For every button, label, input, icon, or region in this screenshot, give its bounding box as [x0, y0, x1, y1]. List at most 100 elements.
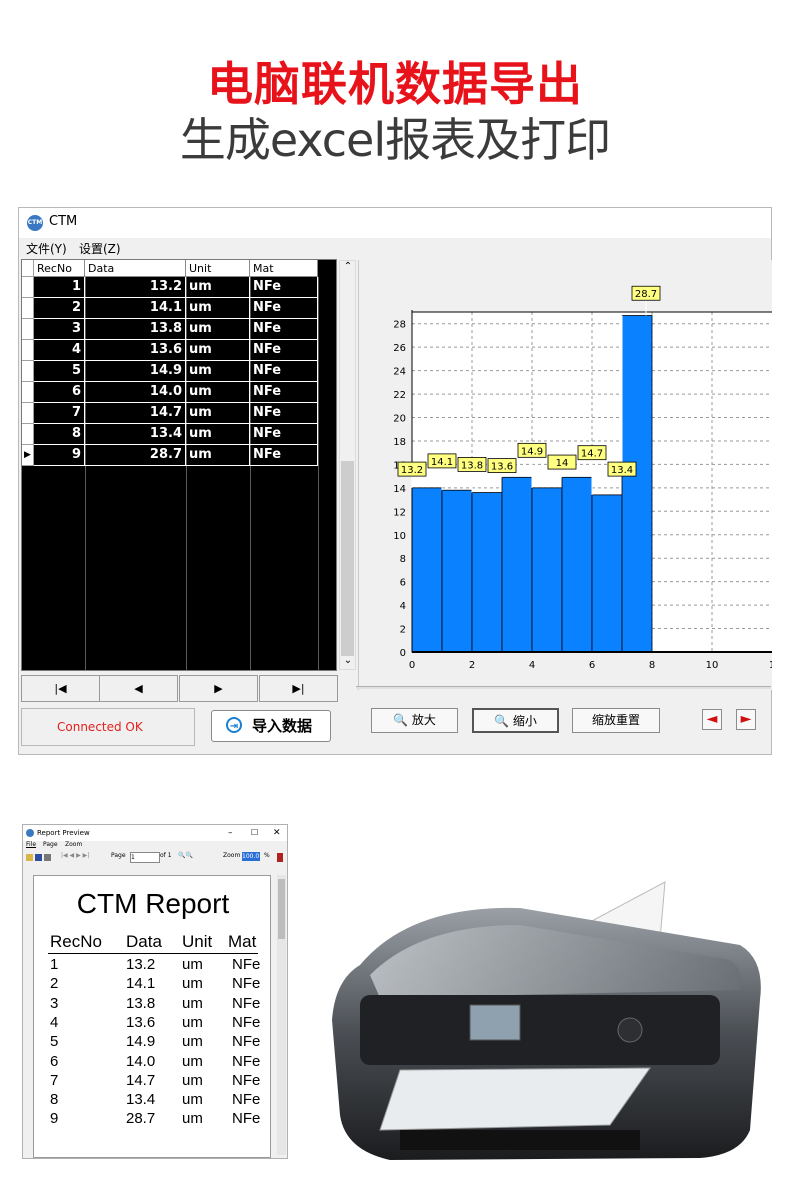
cell-data[interactable]: 14.0 [85, 382, 186, 403]
cell-unit[interactable]: um [186, 277, 250, 298]
cell-mat[interactable]: NFe [250, 424, 318, 445]
maximize-icon[interactable]: ☐ [251, 825, 258, 841]
zoom-label: Zoom [223, 852, 241, 859]
first-page-icon[interactable]: |◀ ◀ ▶ ▶| [61, 852, 89, 859]
cell-mat[interactable]: NFe [250, 319, 318, 340]
cell-data[interactable]: 28.7 [85, 445, 186, 466]
menu-settings[interactable]: 设置(Z) [79, 240, 121, 257]
cell-unit[interactable]: um [186, 319, 250, 340]
cell-data[interactable]: 13.4 [85, 424, 186, 445]
cell-mat[interactable]: NFe [250, 403, 318, 424]
next-record-button[interactable]: ▶ [179, 675, 258, 702]
app-icon: CTM [27, 215, 43, 231]
cell-mat[interactable]: NFe [250, 298, 318, 319]
cell-recno[interactable]: 6 [34, 382, 85, 403]
row-indicator[interactable] [22, 361, 34, 382]
row-indicator[interactable] [22, 403, 34, 424]
zoom-reset-button[interactable]: 缩放重置 [572, 708, 660, 733]
cell-recno[interactable]: 9 [34, 445, 85, 466]
cell-data[interactable]: 14.1 [85, 298, 186, 319]
data-label: 14 [556, 458, 569, 469]
report-cell-mat: NFe [232, 994, 261, 1012]
table-row[interactable]: 2 14.1 um NFe [22, 298, 318, 319]
cell-mat[interactable]: NFe [250, 277, 318, 298]
cell-recno[interactable]: 7 [34, 403, 85, 424]
y-tick-label: 28 [393, 320, 406, 331]
row-indicator[interactable] [22, 382, 34, 403]
import-data-button[interactable]: ⇥ 导入数据 [211, 710, 331, 742]
report-scroll-thumb[interactable] [278, 879, 285, 939]
cell-mat[interactable]: NFe [250, 361, 318, 382]
menu-file[interactable]: File [26, 841, 36, 848]
row-indicator[interactable] [22, 340, 34, 361]
table-row[interactable]: 5 14.9 um NFe [22, 361, 318, 382]
table-row[interactable]: 8 13.4 um NFe [22, 424, 318, 445]
cell-recno[interactable]: 1 [34, 277, 85, 298]
menu-zoom[interactable]: Zoom [65, 841, 82, 848]
cell-recno[interactable]: 4 [34, 340, 85, 361]
cell-data[interactable]: 13.2 [85, 277, 186, 298]
table-row[interactable]: 1 13.2 um NFe [22, 277, 318, 298]
report-col-unit: Unit [182, 932, 213, 951]
ctm-window: CTM CTM 文件(Y) 设置(Z) RecNo Data Unit Mat … [18, 207, 772, 755]
cell-mat[interactable]: NFe [250, 382, 318, 403]
close-icon[interactable]: ✕ [273, 825, 281, 841]
row-indicator[interactable] [22, 298, 34, 319]
cell-unit[interactable]: um [186, 361, 250, 382]
zoom-in-button[interactable]: 🔍 放大 [371, 708, 458, 733]
cell-data[interactable]: 13.6 [85, 340, 186, 361]
zoom-input[interactable]: 100.0 [242, 852, 260, 861]
page-input[interactable]: 1 [130, 852, 160, 863]
data-grid[interactable]: RecNo Data Unit Mat 1 13.2 um NFe 2 14.1 um NFe… [21, 259, 337, 671]
prev-arrow-icon[interactable]: ◄ [702, 709, 722, 730]
prev-record-button[interactable]: ◀ [99, 675, 178, 702]
cell-recno[interactable]: 3 [34, 319, 85, 340]
minimize-icon[interactable]: – [228, 825, 233, 841]
table-row[interactable]: 6 14.0 um NFe [22, 382, 318, 403]
table-row[interactable]: 7 14.7 um NFe [22, 403, 318, 424]
scroll-up-icon[interactable]: ⌃ [342, 261, 354, 275]
cell-unit[interactable]: um [186, 403, 250, 424]
table-row[interactable]: 4 13.6 um NFe [22, 340, 318, 361]
scroll-down-icon[interactable]: ⌄ [342, 655, 354, 669]
cell-recno[interactable]: 5 [34, 361, 85, 382]
cell-data[interactable]: 13.8 [85, 319, 186, 340]
grid-scrollbar[interactable]: ⌃ ⌄ [339, 260, 356, 670]
cell-unit[interactable]: um [186, 340, 250, 361]
open-icon[interactable] [26, 854, 33, 861]
menu-file[interactable]: 文件(Y) [26, 240, 67, 257]
import-data-label: 导入数据 [252, 717, 313, 735]
cell-data[interactable]: 14.9 [85, 361, 186, 382]
print-icon[interactable] [44, 854, 51, 861]
row-indicator[interactable] [22, 277, 34, 298]
next-arrow-icon[interactable]: ► [736, 709, 756, 730]
menu-page[interactable]: Page [43, 841, 58, 848]
first-record-button[interactable]: |◀ [21, 675, 100, 702]
cell-unit[interactable]: um [186, 445, 250, 466]
col-header-mat[interactable]: Mat [250, 260, 318, 277]
row-indicator[interactable] [22, 424, 34, 445]
cell-data[interactable]: 14.7 [85, 403, 186, 424]
table-row[interactable]: ▶ 9 28.7 um NFe [22, 445, 318, 466]
cell-mat[interactable]: NFe [250, 445, 318, 466]
cell-recno[interactable]: 2 [34, 298, 85, 319]
exit-icon[interactable] [277, 853, 283, 862]
table-row[interactable]: 3 13.8 um NFe [22, 319, 318, 340]
col-header-unit[interactable]: Unit [186, 260, 250, 277]
cell-unit[interactable]: um [186, 382, 250, 403]
save-icon[interactable] [35, 854, 42, 861]
col-header-data[interactable]: Data [85, 260, 186, 277]
cell-recno[interactable]: 8 [34, 424, 85, 445]
row-indicator[interactable] [22, 319, 34, 340]
report-cell-unit: um [182, 975, 203, 993]
report-scrollbar[interactable] [277, 875, 286, 1155]
zoom-out-button[interactable]: 🔍 缩小 [472, 708, 559, 733]
zoom-tools-icon[interactable]: 🔍🔍 [178, 852, 193, 859]
last-record-button[interactable]: ▶| [259, 675, 338, 702]
cell-mat[interactable]: NFe [250, 340, 318, 361]
col-header-recno[interactable]: RecNo [34, 260, 85, 277]
row-indicator[interactable]: ▶ [22, 445, 34, 466]
cell-unit[interactable]: um [186, 298, 250, 319]
scroll-thumb[interactable] [341, 461, 354, 656]
cell-unit[interactable]: um [186, 424, 250, 445]
